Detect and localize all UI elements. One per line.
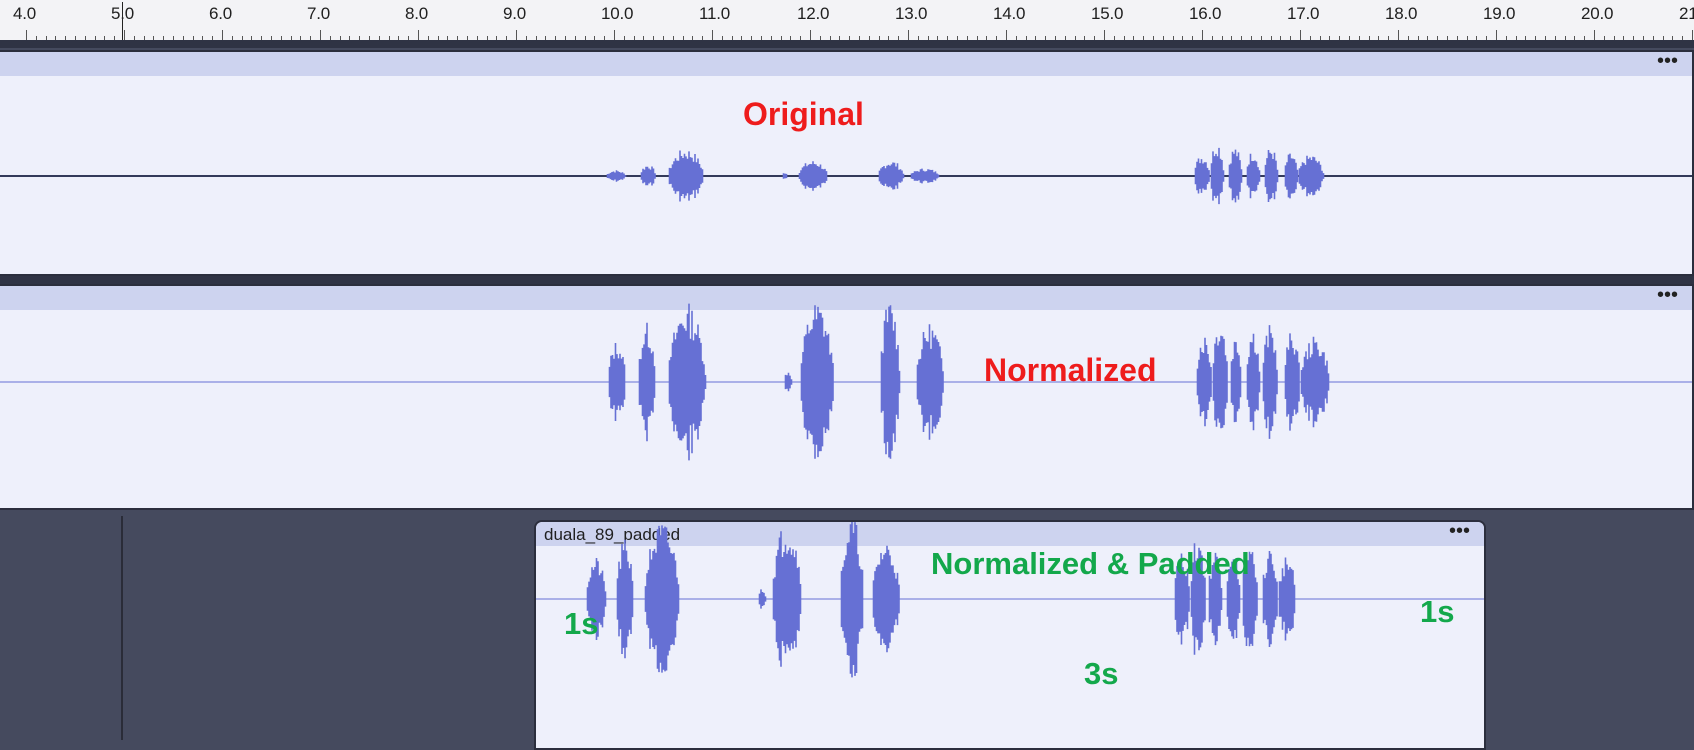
ruler-tick-label: 4.0 bbox=[13, 4, 37, 23]
ruler-tick bbox=[418, 30, 419, 40]
ruler-tick bbox=[124, 30, 125, 40]
ruler-tick bbox=[222, 30, 223, 40]
ruler-tick bbox=[614, 30, 615, 40]
ruler-tick bbox=[26, 30, 27, 40]
ruler-tick-label: 13.0 bbox=[895, 4, 928, 23]
ruler-tick-label: 11.0 bbox=[699, 4, 731, 23]
ruler-tick bbox=[1496, 30, 1497, 40]
ruler-tick-label: 10.0 bbox=[601, 4, 634, 23]
clip-original[interactable]: ••• Original bbox=[0, 50, 1694, 276]
ruler-tick-label: 16.0 bbox=[1189, 4, 1222, 23]
ruler-tick-label: 6.0 bbox=[209, 4, 233, 23]
annotation-original: Original bbox=[743, 96, 864, 132]
annotation-padded: Normalized & Padded bbox=[931, 546, 1250, 581]
ruler-tick bbox=[1202, 30, 1203, 40]
ruler-tick-label: 19.0 bbox=[1483, 4, 1516, 23]
clip-padded[interactable]: duala_89_padded ••• Normalized & Padded … bbox=[534, 520, 1486, 750]
ruler-tick-label: 14.0 bbox=[993, 4, 1026, 23]
ruler-tick-label: 7.0 bbox=[307, 4, 331, 23]
padding-label-gap: 3s bbox=[1084, 656, 1119, 691]
ruler-tick-label: 18.0 bbox=[1385, 4, 1418, 23]
padding-label-trailing: 1s bbox=[1420, 594, 1455, 629]
ruler-tick bbox=[712, 30, 713, 40]
ruler-tick bbox=[320, 30, 321, 40]
waveform-normalized bbox=[0, 303, 1692, 461]
ruler-tick-label: 9.0 bbox=[503, 4, 527, 23]
ruler-tick bbox=[1594, 30, 1595, 40]
ruler-tick bbox=[1398, 30, 1399, 40]
edit-cursor-line bbox=[121, 516, 123, 740]
annotation-normalized: Normalized bbox=[984, 352, 1157, 388]
ruler-tick-label: 20.0 bbox=[1581, 4, 1614, 23]
ruler-tick bbox=[1104, 30, 1105, 40]
clip-normalized[interactable]: ••• Normalized bbox=[0, 284, 1694, 510]
ruler-tick-label: 17.0 bbox=[1287, 4, 1320, 23]
ruler-tick bbox=[1006, 30, 1007, 40]
timeline-ruler[interactable]: 4.05.06.07.08.09.010.011.012.013.014.015… bbox=[0, 0, 1694, 41]
ruler-tick bbox=[1692, 30, 1693, 40]
ruler-tick bbox=[516, 30, 517, 40]
ruler-tick bbox=[810, 30, 811, 40]
ruler-tick-label: 8.0 bbox=[405, 4, 429, 23]
ruler-tick bbox=[1300, 30, 1301, 40]
track-separator bbox=[0, 276, 1694, 284]
waveform-original bbox=[0, 147, 1692, 205]
ruler-tick bbox=[908, 30, 909, 40]
track-separator bbox=[0, 40, 1694, 48]
ruler-tick-label: 15.0 bbox=[1091, 4, 1124, 23]
ruler-tick-label: 12.0 bbox=[797, 4, 830, 23]
playhead-marker[interactable] bbox=[122, 2, 123, 40]
padding-label-leading: 1s bbox=[564, 606, 599, 641]
ruler-tick-label: 21. bbox=[1679, 4, 1694, 23]
